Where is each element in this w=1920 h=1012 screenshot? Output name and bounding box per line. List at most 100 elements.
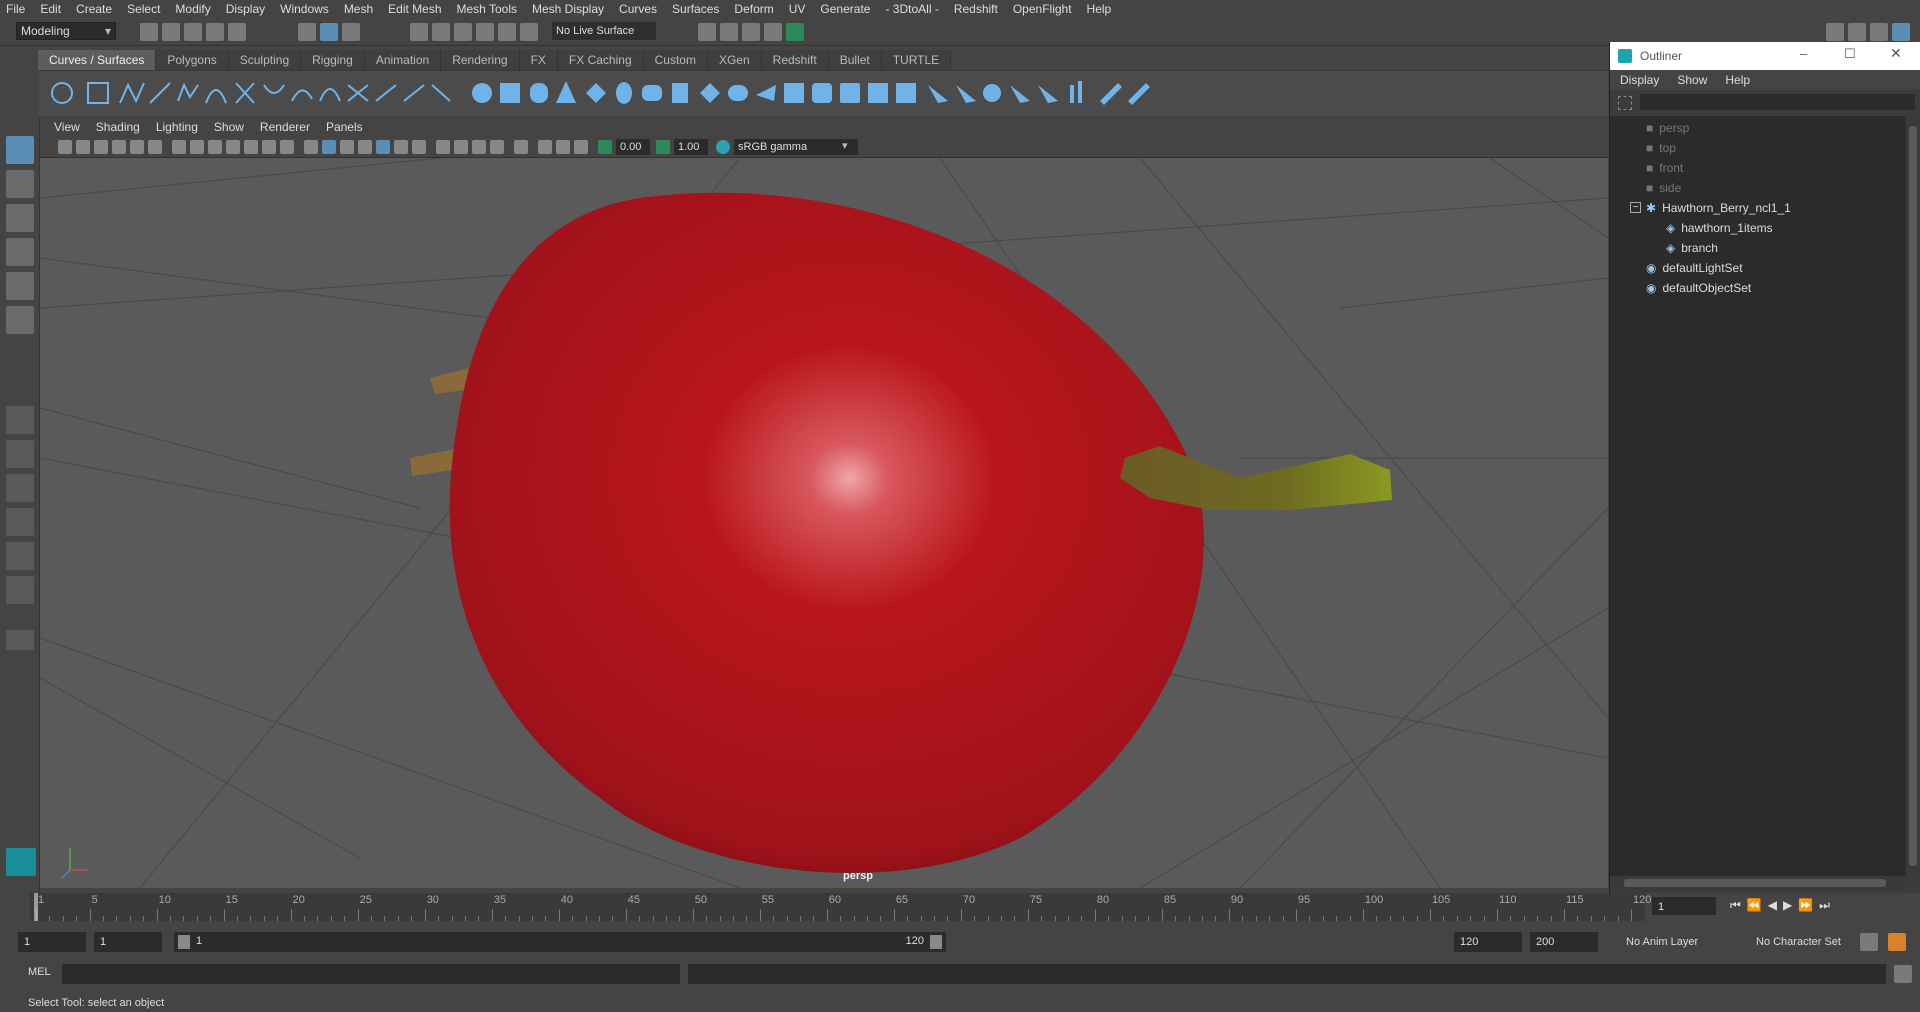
redshift-render-icon[interactable] [786, 23, 804, 41]
textured-icon[interactable] [376, 140, 390, 154]
outliner-item[interactable]: ◈ branch [1666, 238, 1718, 258]
menu-uv[interactable]: UV [789, 2, 806, 16]
end-time-field[interactable]: 200 [1530, 932, 1598, 952]
isolate-select-icon[interactable] [514, 140, 528, 154]
camera-attributes-icon[interactable] [76, 140, 90, 154]
select-by-hierarchy-icon[interactable] [298, 23, 316, 41]
start-time-field[interactable]: 1 [18, 932, 86, 952]
2d-pan-zoom-icon[interactable] [130, 140, 144, 154]
menu-modify[interactable]: Modify [175, 2, 210, 16]
render-current-icon[interactable] [698, 23, 716, 41]
select-by-component-icon[interactable] [342, 23, 360, 41]
snap-curve-icon[interactable] [432, 23, 450, 41]
viewport-persp[interactable]: persp [40, 158, 1608, 888]
maximize-icon[interactable]: ☐ [1844, 46, 1856, 62]
menu-mesh-tools[interactable]: Mesh Tools [457, 2, 517, 16]
collapse-icon[interactable]: − [1630, 202, 1641, 213]
menu-deform[interactable]: Deform [734, 2, 773, 16]
time-ruler[interactable]: 1 5 10 15 20 25 30 35 40 45 50 55 60 65 70 75 80 85 90 95 10… [30, 893, 1651, 921]
wireframe-on-shaded-icon[interactable] [358, 140, 372, 154]
paint-select-tool-icon[interactable] [6, 204, 34, 232]
mode-select[interactable]: Modeling [16, 22, 116, 40]
redo-icon[interactable] [228, 23, 246, 41]
attribute-editor-icon[interactable] [1848, 23, 1866, 41]
persp-uv-layout-icon[interactable] [6, 542, 34, 570]
wireframe-icon[interactable] [304, 140, 318, 154]
playback-end-field[interactable]: 120 [1454, 932, 1522, 952]
menu-create[interactable]: Create [76, 2, 112, 16]
four-view-layout-icon[interactable] [6, 440, 34, 468]
smooth-shade-icon[interactable] [322, 140, 336, 154]
viewport-menu-lighting[interactable]: Lighting [156, 120, 198, 134]
open-scene-icon[interactable] [162, 23, 180, 41]
outliner-hscroll-thumb[interactable] [1624, 879, 1886, 887]
menu-3dtoall[interactable]: - 3DtoAll - [885, 2, 938, 16]
close-icon[interactable]: ✕ [1890, 45, 1902, 62]
outliner-hscrollbar[interactable] [1610, 876, 1906, 890]
screen-space-ao-icon[interactable] [436, 140, 450, 154]
viewport-menu-shading[interactable]: Shading [96, 120, 140, 134]
outliner-menu-show[interactable]: Show [1677, 73, 1707, 87]
outliner-scrollbar[interactable] [1906, 116, 1920, 876]
auto-key-icon[interactable] [1860, 933, 1878, 951]
snap-surface-icon[interactable] [520, 23, 538, 41]
character-set-select[interactable]: No Character Set [1750, 932, 1866, 952]
outliner-item[interactable]: ■ front [1646, 158, 1683, 178]
shelf-tab-animation[interactable]: Animation [364, 50, 442, 70]
undo-icon[interactable] [206, 23, 224, 41]
outliner-layout-icon[interactable] [6, 576, 34, 604]
menu-surfaces[interactable]: Surfaces [672, 2, 719, 16]
depth-of-field-icon[interactable] [490, 140, 504, 154]
single-perspective-layout-icon[interactable] [6, 406, 34, 434]
persp-outliner-layout-icon[interactable] [6, 474, 34, 502]
xray-components-icon[interactable] [574, 140, 588, 154]
menu-curves[interactable]: Curves [619, 2, 657, 16]
colorspace-select[interactable]: sRGB gamma [734, 139, 858, 155]
snap-grid-icon[interactable] [410, 23, 428, 41]
range-end-handle[interactable] [930, 935, 942, 949]
persp-graph-layout-icon[interactable] [6, 508, 34, 536]
menu-select[interactable]: Select [127, 2, 160, 16]
gate-mask-icon[interactable] [226, 140, 240, 154]
menu-help[interactable]: Help [1087, 2, 1112, 16]
menu-file[interactable]: File [6, 2, 25, 16]
scale-tool-icon[interactable] [6, 306, 34, 334]
channel-box-icon[interactable] [1870, 23, 1888, 41]
shelf-tab-xgen[interactable]: XGen [707, 50, 762, 70]
cmd-language-label[interactable]: MEL [28, 966, 51, 978]
range-slider[interactable]: 1 120 [174, 932, 946, 952]
use-all-lights-icon[interactable] [394, 140, 408, 154]
menu-generate[interactable]: Generate [820, 2, 870, 16]
snap-live-icon[interactable] [498, 23, 516, 41]
viewport-menu-panels[interactable]: Panels [326, 120, 363, 134]
save-scene-icon[interactable] [184, 23, 202, 41]
render-settings-icon[interactable] [742, 23, 760, 41]
custom-layout-icon[interactable] [6, 630, 34, 650]
script-editor-icon[interactable] [1894, 965, 1912, 983]
shelf-tab-rendering[interactable]: Rendering [441, 50, 520, 70]
menu-redshift[interactable]: Redshift [954, 2, 998, 16]
snap-view-plane-icon[interactable] [476, 23, 494, 41]
outliner-menu-display[interactable]: Display [1620, 73, 1659, 87]
menu-windows[interactable]: Windows [280, 2, 329, 16]
shelf-tab-custom[interactable]: Custom [643, 50, 708, 70]
outliner-search-input[interactable] [1640, 94, 1915, 110]
select-tool-icon[interactable] [6, 136, 34, 164]
outliner-menu-help[interactable]: Help [1725, 73, 1750, 87]
bookmark-icon[interactable] [94, 140, 108, 154]
outliner-item[interactable]: ■ persp [1646, 118, 1689, 138]
menu-edit[interactable]: Edit [40, 2, 61, 16]
playback-controls[interactable]: ⏮⏪◀▶⏩⏭ [1730, 898, 1836, 913]
outliner-item[interactable]: ✱ Hawthorn_Berry_ncl1_1 [1646, 198, 1791, 218]
shelf-tab-bullet[interactable]: Bullet [828, 50, 882, 70]
ipr-render-icon[interactable] [720, 23, 738, 41]
safe-action-icon[interactable] [262, 140, 276, 154]
snap-point-icon[interactable] [454, 23, 472, 41]
shelf-tab-rigging[interactable]: Rigging [301, 50, 365, 70]
modeling-toolkit-icon[interactable] [1826, 23, 1844, 41]
shelf-tab-polygons[interactable]: Polygons [156, 50, 229, 70]
live-surface-field[interactable]: No Live Surface [552, 22, 656, 40]
select-by-object-icon[interactable] [320, 23, 338, 41]
shadows-icon[interactable] [412, 140, 426, 154]
safe-title-icon[interactable] [280, 140, 294, 154]
